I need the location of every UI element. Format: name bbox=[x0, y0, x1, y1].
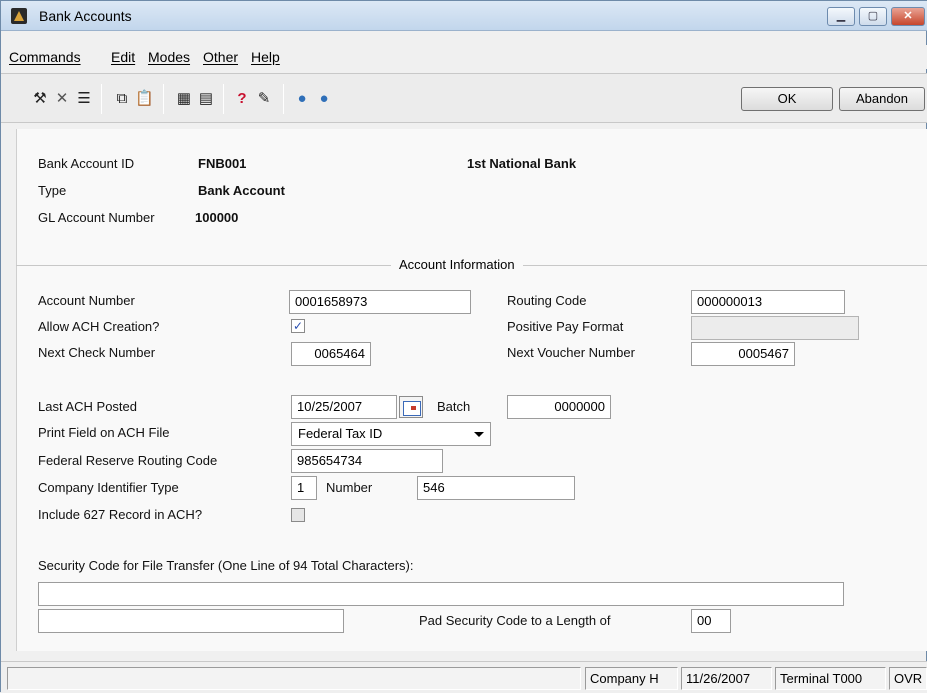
list-icon[interactable]: ☰ bbox=[75, 90, 93, 108]
copy-icon[interactable]: ⧉ bbox=[113, 90, 131, 108]
security-code-label: Security Code for File Transfer (One Lin… bbox=[38, 558, 414, 573]
bank-name: 1st National Bank bbox=[467, 156, 577, 171]
account-number-field[interactable]: 0001658973 bbox=[289, 290, 471, 314]
tools-icon[interactable]: ⚒ bbox=[31, 90, 49, 108]
company-id-type-field[interactable]: 1 bbox=[291, 476, 317, 500]
type-value: Bank Account bbox=[198, 183, 285, 198]
next-check-field[interactable]: 0065464 bbox=[291, 342, 371, 366]
status-company: Company H bbox=[585, 667, 678, 690]
calendar-icon[interactable]: ▤ bbox=[197, 90, 215, 108]
minimize-button[interactable]: ▁ bbox=[827, 7, 855, 26]
bank-account-id-label: Bank Account ID bbox=[38, 156, 135, 171]
menu-modes[interactable]: Modes bbox=[148, 49, 190, 65]
menu-bar: Commands Edit Modes Other Help bbox=[1, 45, 927, 69]
security-code-line1[interactable] bbox=[38, 582, 844, 606]
toolbar-separator bbox=[283, 84, 284, 114]
app-icon bbox=[11, 8, 27, 24]
toolbar-separator bbox=[163, 84, 164, 114]
status-date: 11/26/2007 bbox=[681, 667, 772, 690]
include-627-checkbox[interactable] bbox=[291, 508, 305, 522]
company-id-type-label: Company Identifier Type bbox=[38, 480, 179, 495]
batch-field[interactable]: 0000000 bbox=[507, 395, 611, 419]
back-globe-icon[interactable]: ● bbox=[293, 90, 311, 108]
status-mode: OVR bbox=[889, 667, 927, 690]
menu-commands[interactable]: Commands bbox=[9, 49, 81, 65]
bank-account-id-value: FNB001 bbox=[198, 156, 247, 171]
delete-icon[interactable]: ✕ bbox=[53, 90, 71, 108]
forward-globe-icon[interactable]: ● bbox=[315, 90, 333, 108]
book-icon[interactable]: ✎ bbox=[255, 90, 273, 108]
close-button[interactable]: ✕ bbox=[891, 7, 925, 26]
print-field-value: Federal Tax ID bbox=[298, 426, 383, 441]
account-information-heading: Account Information bbox=[391, 257, 523, 272]
positive-pay-label: Positive Pay Format bbox=[507, 319, 624, 334]
gl-account-label: GL Account Number bbox=[38, 210, 155, 225]
chevron-down-icon bbox=[474, 432, 484, 437]
last-ach-date-field[interactable]: 10/25/2007 bbox=[291, 395, 397, 419]
maximize-button[interactable]: ▢ bbox=[859, 7, 887, 26]
print-field-label: Print Field on ACH File bbox=[38, 425, 170, 440]
help-icon[interactable]: ? bbox=[233, 90, 251, 108]
gl-account-value: 100000 bbox=[195, 210, 239, 225]
status-message bbox=[7, 667, 581, 690]
bank-accounts-window: Bank Accounts ▁ ▢ ✕ Commands Edit Modes … bbox=[0, 0, 927, 693]
next-voucher-label: Next Voucher Number bbox=[507, 345, 635, 360]
routing-code-field[interactable]: 000000013 bbox=[691, 290, 845, 314]
menu-other[interactable]: Other bbox=[203, 49, 238, 65]
print-field-select[interactable]: Federal Tax ID bbox=[291, 422, 491, 446]
fed-reserve-label: Federal Reserve Routing Code bbox=[38, 453, 218, 468]
calculator-icon[interactable]: ▦ bbox=[175, 90, 193, 108]
allow-ach-checkbox[interactable]: ✓ bbox=[291, 319, 305, 333]
paste-icon[interactable]: 📋 bbox=[135, 90, 154, 108]
routing-code-label: Routing Code bbox=[507, 293, 587, 308]
status-terminal: Terminal T000 bbox=[775, 667, 886, 690]
ok-button[interactable]: OK bbox=[741, 87, 833, 111]
toolbar-separator bbox=[223, 84, 224, 114]
next-check-label: Next Check Number bbox=[38, 345, 156, 360]
calendar-picker-icon[interactable] bbox=[399, 396, 423, 418]
type-label: Type bbox=[38, 183, 67, 198]
number-label: Number bbox=[326, 480, 373, 495]
account-number-label: Account Number bbox=[38, 293, 135, 308]
pad-security-label: Pad Security Code to a Length of bbox=[419, 613, 611, 628]
positive-pay-field bbox=[691, 316, 859, 340]
title-bar: Bank Accounts ▁ ▢ ✕ bbox=[1, 1, 927, 31]
status-bar: Company H 11/26/2007 Terminal T000 OVR bbox=[1, 661, 927, 693]
security-code-line2[interactable] bbox=[38, 609, 344, 633]
window-title: Bank Accounts bbox=[39, 8, 132, 24]
abandon-button[interactable]: Abandon bbox=[839, 87, 925, 111]
batch-label: Batch bbox=[437, 399, 471, 414]
number-field[interactable]: 546 bbox=[417, 476, 575, 500]
pad-length-field[interactable]: 00 bbox=[691, 609, 731, 633]
include-627-label: Include 627 Record in ACH? bbox=[38, 507, 203, 522]
menu-help[interactable]: Help bbox=[251, 49, 280, 65]
next-voucher-field[interactable]: 0005467 bbox=[691, 342, 795, 366]
fed-reserve-field[interactable]: 985654734 bbox=[291, 449, 443, 473]
toolbar-separator bbox=[101, 84, 102, 114]
allow-ach-label: Allow ACH Creation? bbox=[38, 319, 160, 334]
toolbar: ⚒ ✕ ☰ ⧉ 📋 ▦ ▤ ? ✎ ● ● OK Abandon bbox=[1, 73, 927, 123]
menu-edit[interactable]: Edit bbox=[111, 49, 135, 65]
last-ach-label: Last ACH Posted bbox=[38, 399, 137, 414]
